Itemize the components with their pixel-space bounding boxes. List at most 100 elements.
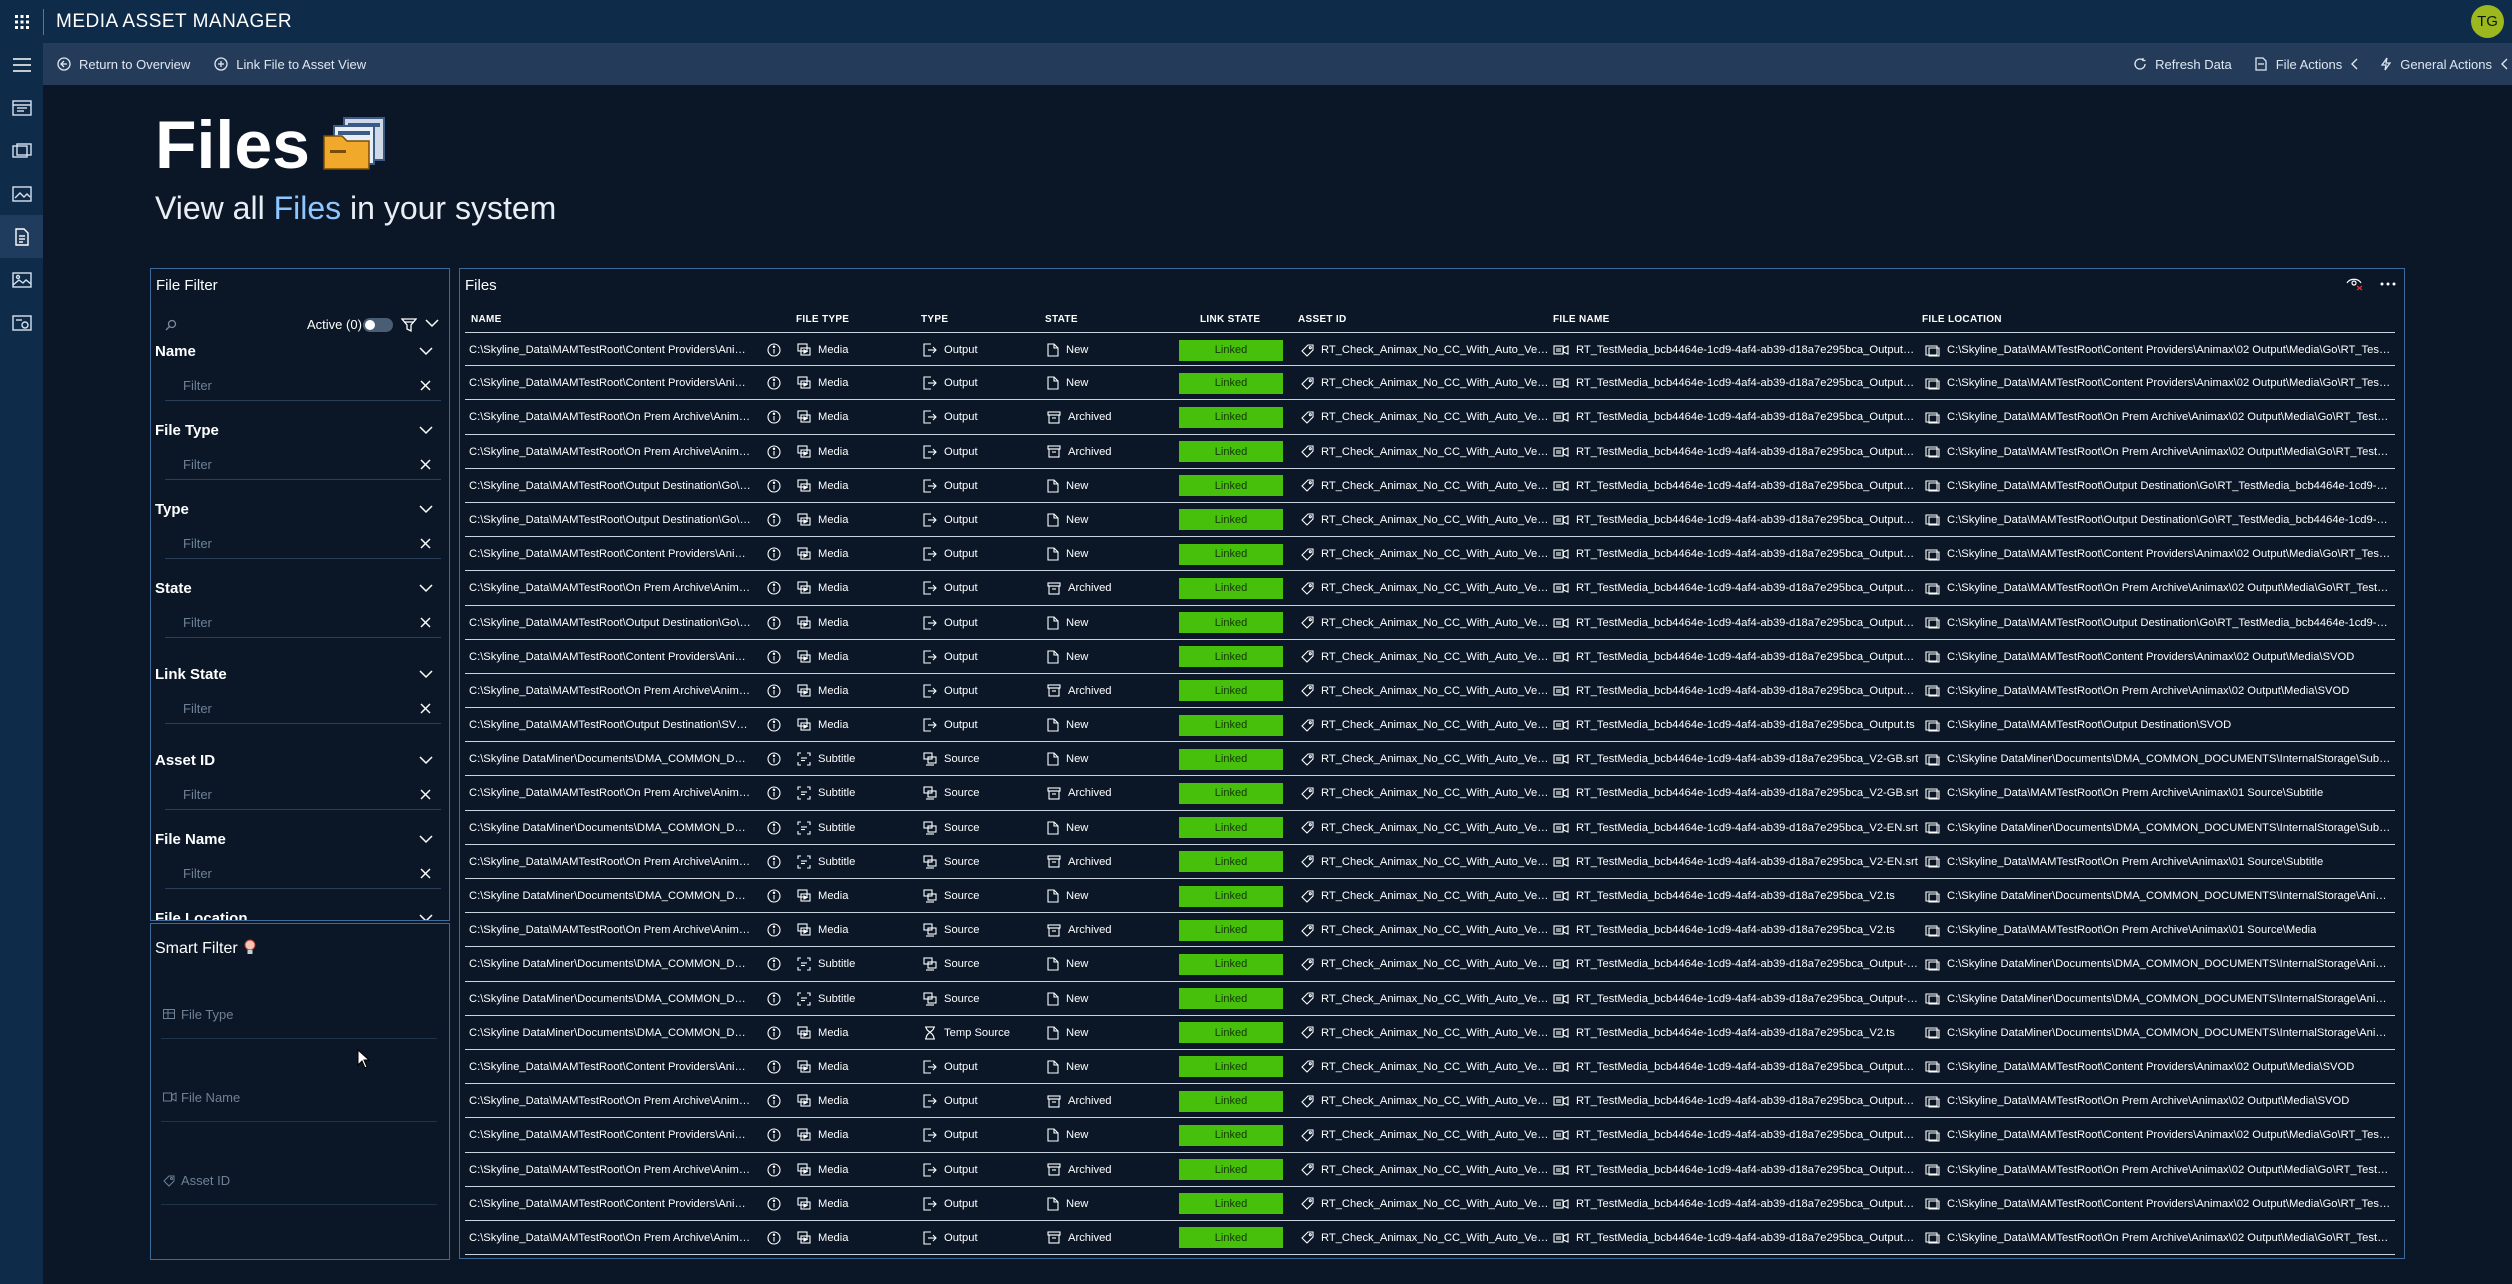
table-row[interactable]: C:\Skyline DataMiner\Documents\DMA_COMMO… xyxy=(465,879,2395,914)
filter-input[interactable]: Filter xyxy=(165,450,441,480)
info-icon[interactable] xyxy=(767,366,785,400)
chevron-down-icon[interactable] xyxy=(425,319,439,328)
table-row[interactable]: C:\Skyline_Data\MAMTestRoot\On Prem Arch… xyxy=(465,435,2395,469)
info-icon[interactable] xyxy=(767,1016,785,1050)
rail-images-icon[interactable] xyxy=(0,258,43,301)
info-icon[interactable] xyxy=(767,947,785,981)
filter-input[interactable]: Filter xyxy=(165,780,441,810)
info-icon[interactable] xyxy=(767,845,785,879)
column-header-name[interactable]: NAME xyxy=(471,314,502,325)
table-row[interactable]: C:\Skyline DataMiner\Documents\DMA_COMMO… xyxy=(465,742,2395,777)
info-icon[interactable] xyxy=(767,571,785,605)
table-row[interactable]: C:\Skyline_Data\MAMTestRoot\Content Prov… xyxy=(465,366,2395,401)
table-row[interactable]: C:\Skyline DataMiner\Documents\DMA_COMMO… xyxy=(465,811,2395,845)
info-icon[interactable] xyxy=(767,469,785,503)
smart-field-file-type[interactable]: File Type xyxy=(161,999,437,1039)
table-row[interactable]: C:\Skyline_Data\MAMTestRoot\On Prem Arch… xyxy=(465,913,2395,948)
chevron-down-icon[interactable] xyxy=(419,584,433,593)
filter-group-label[interactable]: File Name xyxy=(155,831,226,848)
info-icon[interactable] xyxy=(767,776,785,810)
table-row[interactable]: C:\Skyline_Data\MAMTestRoot\Output Desti… xyxy=(465,469,2395,503)
avatar[interactable]: TG xyxy=(2471,5,2504,38)
column-header-link-state[interactable]: LINK STATE xyxy=(1200,314,1260,325)
hamburger-menu-icon[interactable] xyxy=(0,43,43,86)
column-header-type[interactable]: TYPE xyxy=(921,314,948,325)
table-row[interactable]: C:\Skyline_Data\MAMTestRoot\On Prem Arch… xyxy=(465,1153,2395,1187)
chevron-down-icon[interactable] xyxy=(419,670,433,679)
table-row[interactable]: C:\Skyline DataMiner\Documents\DMA_COMMO… xyxy=(465,947,2395,982)
filter-group-label[interactable]: Name xyxy=(155,343,196,360)
column-header-asset-id[interactable]: ASSET ID xyxy=(1298,314,1347,325)
apps-grid-icon[interactable] xyxy=(0,0,43,43)
close-icon[interactable] xyxy=(420,380,431,391)
table-row[interactable]: C:\Skyline_Data\MAMTestRoot\On Prem Arch… xyxy=(465,400,2395,435)
table-row[interactable]: C:\Skyline_Data\MAMTestRoot\Output Desti… xyxy=(465,708,2395,743)
filter-group-label[interactable]: File Type xyxy=(155,422,219,439)
info-icon[interactable] xyxy=(767,1187,785,1221)
table-row[interactable]: C:\Skyline_Data\MAMTestRoot\Content Prov… xyxy=(465,1118,2395,1153)
chevron-down-icon[interactable] xyxy=(419,756,433,765)
rail-media-icon[interactable] xyxy=(0,172,43,215)
close-icon[interactable] xyxy=(420,617,431,628)
rail-settings-icon[interactable] xyxy=(0,301,43,344)
info-icon[interactable] xyxy=(767,537,785,571)
column-header-file-location[interactable]: FILE LOCATION xyxy=(1922,314,2002,325)
info-icon[interactable] xyxy=(767,982,785,1016)
info-icon[interactable] xyxy=(767,606,785,640)
info-icon[interactable] xyxy=(767,1050,785,1084)
info-icon[interactable] xyxy=(767,1084,785,1118)
info-icon[interactable] xyxy=(767,1221,785,1255)
info-icon[interactable] xyxy=(767,879,785,913)
info-icon[interactable] xyxy=(767,742,785,776)
close-icon[interactable] xyxy=(420,789,431,800)
table-row[interactable]: C:\Skyline_Data\MAMTestRoot\Output Desti… xyxy=(465,503,2395,538)
filter-group-label[interactable]: Asset ID xyxy=(155,752,215,769)
column-header-file-type[interactable]: FILE TYPE xyxy=(796,314,849,325)
close-icon[interactable] xyxy=(420,703,431,714)
info-icon[interactable] xyxy=(767,811,785,845)
close-icon[interactable] xyxy=(420,459,431,470)
table-row[interactable]: C:\Skyline DataMiner\Documents\DMA_COMMO… xyxy=(465,982,2395,1016)
table-row[interactable]: C:\Skyline_Data\MAMTestRoot\Content Prov… xyxy=(465,1050,2395,1085)
smart-field-file-name[interactable]: File Name xyxy=(161,1082,437,1122)
rail-assets-icon[interactable] xyxy=(0,129,43,172)
rail-dashboard-icon[interactable] xyxy=(0,86,43,129)
chevron-down-icon[interactable] xyxy=(419,426,433,435)
table-row[interactable]: C:\Skyline_Data\MAMTestRoot\On Prem Arch… xyxy=(465,776,2395,811)
filter-input[interactable]: Filter xyxy=(165,529,441,559)
filter-group-label[interactable]: State xyxy=(155,580,192,597)
info-icon[interactable] xyxy=(767,333,785,367)
filter-input[interactable]: Filter xyxy=(165,859,441,889)
info-icon[interactable] xyxy=(767,708,785,742)
info-icon[interactable] xyxy=(767,435,785,469)
info-icon[interactable] xyxy=(767,913,785,947)
filter-input[interactable]: Filter xyxy=(165,608,441,638)
chevron-down-icon[interactable] xyxy=(419,835,433,844)
table-row[interactable]: C:\Skyline_Data\MAMTestRoot\On Prem Arch… xyxy=(465,1221,2395,1256)
table-row[interactable]: C:\Skyline_Data\MAMTestRoot\Content Prov… xyxy=(465,332,2395,367)
filter-group-label[interactable]: Type xyxy=(155,501,189,518)
info-icon[interactable] xyxy=(767,674,785,708)
file-actions-button[interactable]: File Actions xyxy=(2254,57,2358,72)
filter-group-label[interactable]: File Location xyxy=(155,910,248,920)
general-actions-button[interactable]: General Actions xyxy=(2380,57,2508,72)
info-icon[interactable] xyxy=(767,400,785,434)
close-icon[interactable] xyxy=(420,868,431,879)
table-row[interactable]: C:\Skyline DataMiner\Documents\DMA_COMMO… xyxy=(465,1016,2395,1050)
link-file-button[interactable]: Link File to Asset View xyxy=(214,57,366,72)
chevron-down-icon[interactable] xyxy=(419,914,433,921)
chevron-down-icon[interactable] xyxy=(419,505,433,514)
info-icon[interactable] xyxy=(767,1118,785,1152)
table-row[interactable]: C:\Skyline_Data\MAMTestRoot\Content Prov… xyxy=(465,1187,2395,1221)
info-icon[interactable] xyxy=(767,640,785,674)
info-icon[interactable] xyxy=(767,1153,785,1187)
table-row[interactable]: C:\Skyline_Data\MAMTestRoot\On Prem Arch… xyxy=(465,674,2395,709)
return-to-overview-button[interactable]: Return to Overview xyxy=(57,57,190,72)
table-row[interactable]: C:\Skyline_Data\MAMTestRoot\On Prem Arch… xyxy=(465,1084,2395,1119)
table-row[interactable]: C:\Skyline_Data\MAMTestRoot\On Prem Arch… xyxy=(465,845,2395,879)
table-row[interactable]: C:\Skyline_Data\MAMTestRoot\Content Prov… xyxy=(465,640,2395,674)
table-row[interactable]: C:\Skyline_Data\MAMTestRoot\On Prem Arch… xyxy=(465,571,2395,606)
column-header-state[interactable]: STATE xyxy=(1045,314,1078,325)
funnel-icon[interactable] xyxy=(401,317,417,333)
table-row[interactable]: C:\Skyline_Data\MAMTestRoot\Content Prov… xyxy=(465,537,2395,572)
